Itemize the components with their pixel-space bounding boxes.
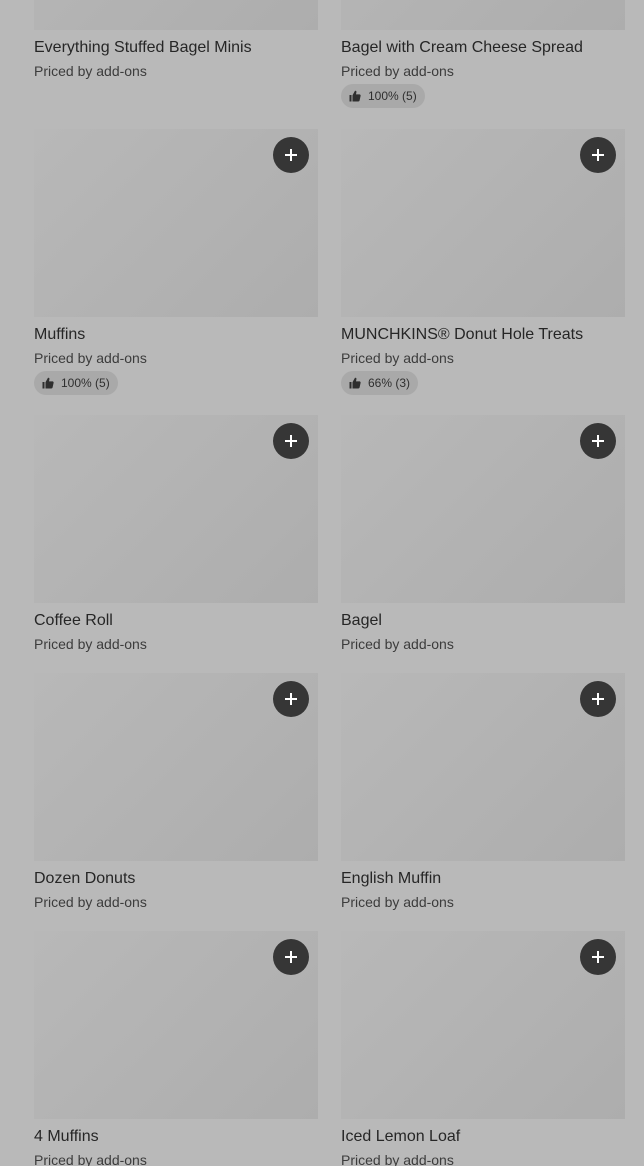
rating-badge: 66% (3) [341,371,419,395]
item-name: MUNCHKINS® Donut Hole Treats [341,326,584,343]
item-name: Muffins [34,326,86,343]
plus-icon [284,434,298,448]
item-price: Priced by add-ons [341,1152,454,1166]
add-to-cart-button[interactable] [273,681,309,717]
item-price: Priced by add-ons [341,350,454,366]
item-name: English Muffin [341,870,442,887]
add-to-cart-button[interactable] [273,137,309,173]
plus-icon [591,148,605,162]
item-name: 4 Muffins [34,1128,99,1145]
item-name: Everything Stuffed Bagel Minis [34,39,252,56]
add-to-cart-button[interactable] [580,137,616,173]
plus-icon [591,692,605,706]
item-name: Bagel with Cream Cheese Spread [341,39,583,56]
item-price: Priced by add-ons [341,63,454,79]
item-price: Priced by add-ons [34,63,147,79]
rating-text: 100% (5) [61,376,110,390]
item-name: Iced Lemon Loaf [341,1128,461,1145]
item-price: Priced by add-ons [34,1152,147,1166]
menu-item-grid: Everything Stuffed Bagel Minis Priced by… [0,0,644,1166]
item-name: Dozen Donuts [34,870,136,887]
plus-icon [591,434,605,448]
item-name: Bagel [341,612,382,629]
item-price: Priced by add-ons [341,894,454,910]
thumbs-up-icon [42,377,54,389]
plus-icon [284,950,298,964]
thumbs-up-icon [349,377,361,389]
item-price: Priced by add-ons [34,636,147,652]
plus-icon [284,148,298,162]
item-name: Coffee Roll [34,612,113,629]
add-to-cart-button[interactable] [273,423,309,459]
item-image[interactable] [341,0,625,30]
item-price: Priced by add-ons [341,636,454,652]
add-to-cart-button[interactable] [580,681,616,717]
add-to-cart-button[interactable] [580,939,616,975]
plus-icon [591,950,605,964]
plus-icon [284,692,298,706]
add-to-cart-button[interactable] [273,939,309,975]
item-image[interactable] [34,0,318,30]
item-price: Priced by add-ons [34,350,147,366]
rating-text: 100% (5) [368,89,417,103]
rating-text: 66% (3) [368,376,411,390]
thumbs-up-icon [349,90,361,102]
rating-badge: 100% (5) [341,84,425,108]
add-to-cart-button[interactable] [580,423,616,459]
item-price: Priced by add-ons [34,894,147,910]
rating-badge: 100% (5) [34,371,118,395]
